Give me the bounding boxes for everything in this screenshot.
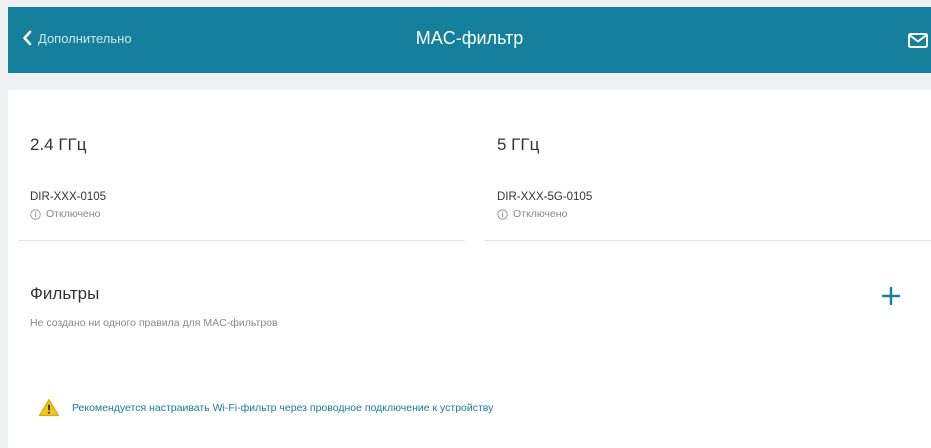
mail-icon: [908, 33, 928, 48]
info-icon: [497, 208, 513, 220]
warning-icon: [38, 398, 60, 417]
filters-empty-text: Не создано ни одного правила для MAC-фил…: [30, 317, 278, 329]
header-bar: Дополнительно MAC-фильтр: [8, 7, 931, 73]
filters-title: Фильтры: [30, 284, 100, 303]
warning-message: Рекомендуется настраивать Wi-Fi-фильтр ч…: [38, 398, 493, 417]
page-title: MAC-фильтр: [415, 28, 524, 48]
ssid-label: DIR-XXX-0105: [30, 191, 107, 203]
status-row: Отключено: [497, 208, 567, 220]
band-card-5ghz[interactable]: 5 ГГц DIR-XXX-5G-0105 Отключено: [485, 90, 931, 241]
content-panel: 2.4 ГГц DIR-XXX-0105 Отключено 5 ГГц DIR…: [8, 90, 931, 448]
band-title: 2.4 ГГц: [30, 135, 87, 154]
status-text: Отключено: [513, 208, 568, 220]
band-card-2-4ghz[interactable]: 2.4 ГГц DIR-XXX-0105 Отключено: [18, 90, 465, 241]
add-filter-button[interactable]: [879, 284, 903, 308]
band-title: 5 ГГц: [497, 135, 540, 154]
status-text: Отключено: [46, 208, 101, 220]
status-row: Отключено: [30, 208, 100, 220]
plus-icon: [879, 284, 903, 308]
info-icon: [30, 208, 46, 220]
warning-text: Рекомендуется настраивать Wi-Fi-фильтр ч…: [72, 401, 494, 414]
ssid-label: DIR-XXX-5G-0105: [497, 191, 593, 203]
mail-button[interactable]: [908, 33, 928, 48]
